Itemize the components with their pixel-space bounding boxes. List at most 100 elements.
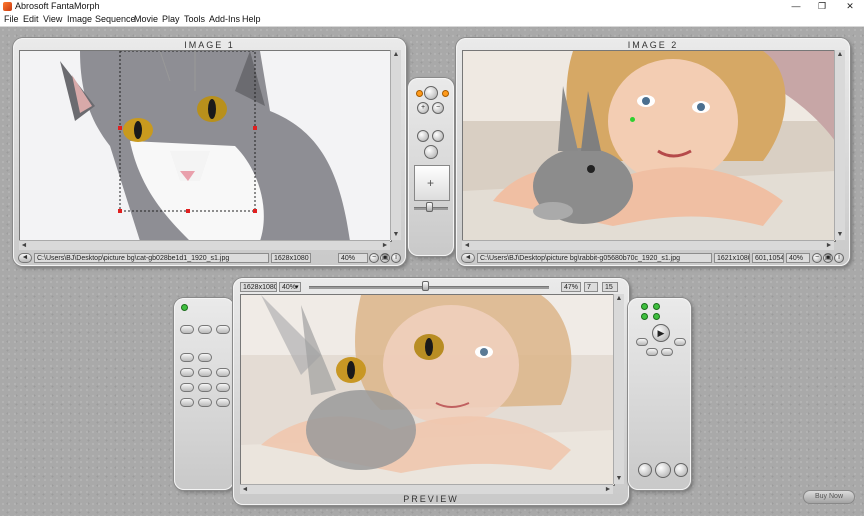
export-movie-icon[interactable] [655,462,671,478]
menu-file[interactable]: File [4,13,19,26]
last-frame-button[interactable] [661,348,673,356]
scroll-up-icon[interactable]: ▲ [614,294,624,303]
effect-button[interactable] [216,325,230,334]
play-icon[interactable]: ▶ [652,324,670,342]
app-icon [3,2,12,11]
control-point[interactable] [253,126,257,130]
effect-button[interactable] [180,353,194,362]
blend-slider-thumb[interactable] [426,202,433,212]
image2-zoom-field[interactable]: 40% [786,253,810,263]
scroll-down-icon[interactable]: ▼ [835,230,845,239]
image1-vscroll[interactable]: ▲ ▼ [390,50,401,240]
info-icon[interactable]: i [834,253,844,263]
status-led [442,90,449,97]
navigator-thumbnail[interactable]: + [414,165,450,201]
settings-icon[interactable] [674,463,688,477]
image1-viewport[interactable] [19,50,392,242]
preview-viewport[interactable] [240,294,615,486]
prev-frame-button[interactable] [636,338,648,346]
status-led [641,313,648,320]
preview-hscroll[interactable]: ◄ ► [240,484,613,494]
menu-view[interactable]: View [43,13,62,26]
image2-nav-button[interactable]: ◄ [461,253,475,263]
scroll-left-icon[interactable]: ◄ [240,485,250,494]
image2-hscroll[interactable]: ◄ ► [462,240,834,250]
menu-help[interactable]: Help [242,13,261,26]
zoom-out-icon[interactable]: − [812,253,822,263]
menu-sequence[interactable]: Sequence [95,13,136,26]
add-point-icon[interactable]: + [417,102,429,114]
dropdown-icon[interactable]: ▾ [295,283,299,291]
effect-button[interactable] [180,398,194,407]
preview-title: PREVIEW [403,494,459,504]
image1-nav-button[interactable]: ◄ [18,253,32,263]
preview-frames-field: 15 [602,282,618,292]
effect-button[interactable] [198,398,212,407]
effect-button[interactable] [216,368,230,377]
effect-button[interactable] [198,383,212,392]
first-frame-button[interactable] [646,348,658,356]
effect-button[interactable] [198,325,212,334]
menu-image[interactable]: Image [67,13,92,26]
menu-movie[interactable]: Movie [134,13,158,26]
status-led [641,303,648,310]
zoom-out-tool-icon[interactable] [432,130,444,142]
control-point[interactable] [118,209,122,213]
pan-icon[interactable] [424,145,438,159]
menu-edit[interactable]: Edit [23,13,39,26]
fit-icon[interactable]: ▣ [380,253,390,263]
scroll-right-icon[interactable]: ► [603,485,613,494]
scroll-right-icon[interactable]: ► [380,241,390,250]
close-button[interactable]: ✕ [840,0,860,13]
image2-vscroll[interactable]: ▲ ▼ [834,50,845,240]
image1-hscroll[interactable]: ◄ ► [19,240,390,250]
zoom-out-icon[interactable]: − [369,253,379,263]
image1-zoom-field[interactable]: 40% [338,253,368,263]
select-tool-icon[interactable] [424,86,438,100]
menu-add-ins[interactable]: Add-Ins [209,13,240,26]
scroll-down-icon[interactable]: ▼ [391,230,401,239]
scroll-right-icon[interactable]: ► [824,241,834,250]
scroll-up-icon[interactable]: ▲ [391,50,401,59]
image2-viewport[interactable] [462,50,836,242]
next-frame-button[interactable] [674,338,686,346]
effect-button[interactable] [216,383,230,392]
menu-tools[interactable]: Tools [184,13,205,26]
control-point[interactable] [630,117,635,122]
effect-button[interactable] [180,325,194,334]
remove-point-icon[interactable]: − [432,102,444,114]
minimize-button[interactable]: — [786,0,806,13]
scroll-up-icon[interactable]: ▲ [835,50,845,59]
effect-button[interactable] [198,368,212,377]
control-point[interactable] [186,209,190,213]
effects-panel [174,298,234,490]
control-point[interactable] [118,126,122,130]
info-icon[interactable]: i [391,253,401,263]
scroll-down-icon[interactable]: ▼ [614,474,624,483]
image1-path-field: C:\Users\BJ\Desktop\picture bg\cat-gb028… [34,253,269,263]
effect-button[interactable] [198,353,212,362]
effect-button[interactable] [216,398,230,407]
control-point[interactable] [253,209,257,213]
status-led [653,313,660,320]
buy-now-button[interactable]: Buy Now [803,490,855,504]
image2-coords-field: 601,1054 [752,253,784,263]
menu-play[interactable]: Play [162,13,180,26]
scroll-left-icon[interactable]: ◄ [462,241,472,250]
zoom-icon[interactable] [417,130,429,142]
effect-button[interactable] [180,368,194,377]
crosshair-icon: + [427,176,435,190]
morph-preview-image [241,295,614,485]
maximize-button[interactable]: ❐ [812,0,832,13]
status-led [653,303,660,310]
effect-button[interactable] [180,383,194,392]
tool-panel: + − + [408,78,454,256]
preview-vscroll[interactable]: ▲ ▼ [613,294,624,484]
scroll-left-icon[interactable]: ◄ [19,241,29,250]
timeline-slider-thumb[interactable] [422,281,429,291]
girl-rabbit-photo [463,51,835,241]
export-image-icon[interactable] [638,463,652,477]
preview-frame-field[interactable]: 7 [584,282,598,292]
fit-icon[interactable]: ▣ [823,253,833,263]
timeline-slider-track[interactable] [309,286,549,289]
